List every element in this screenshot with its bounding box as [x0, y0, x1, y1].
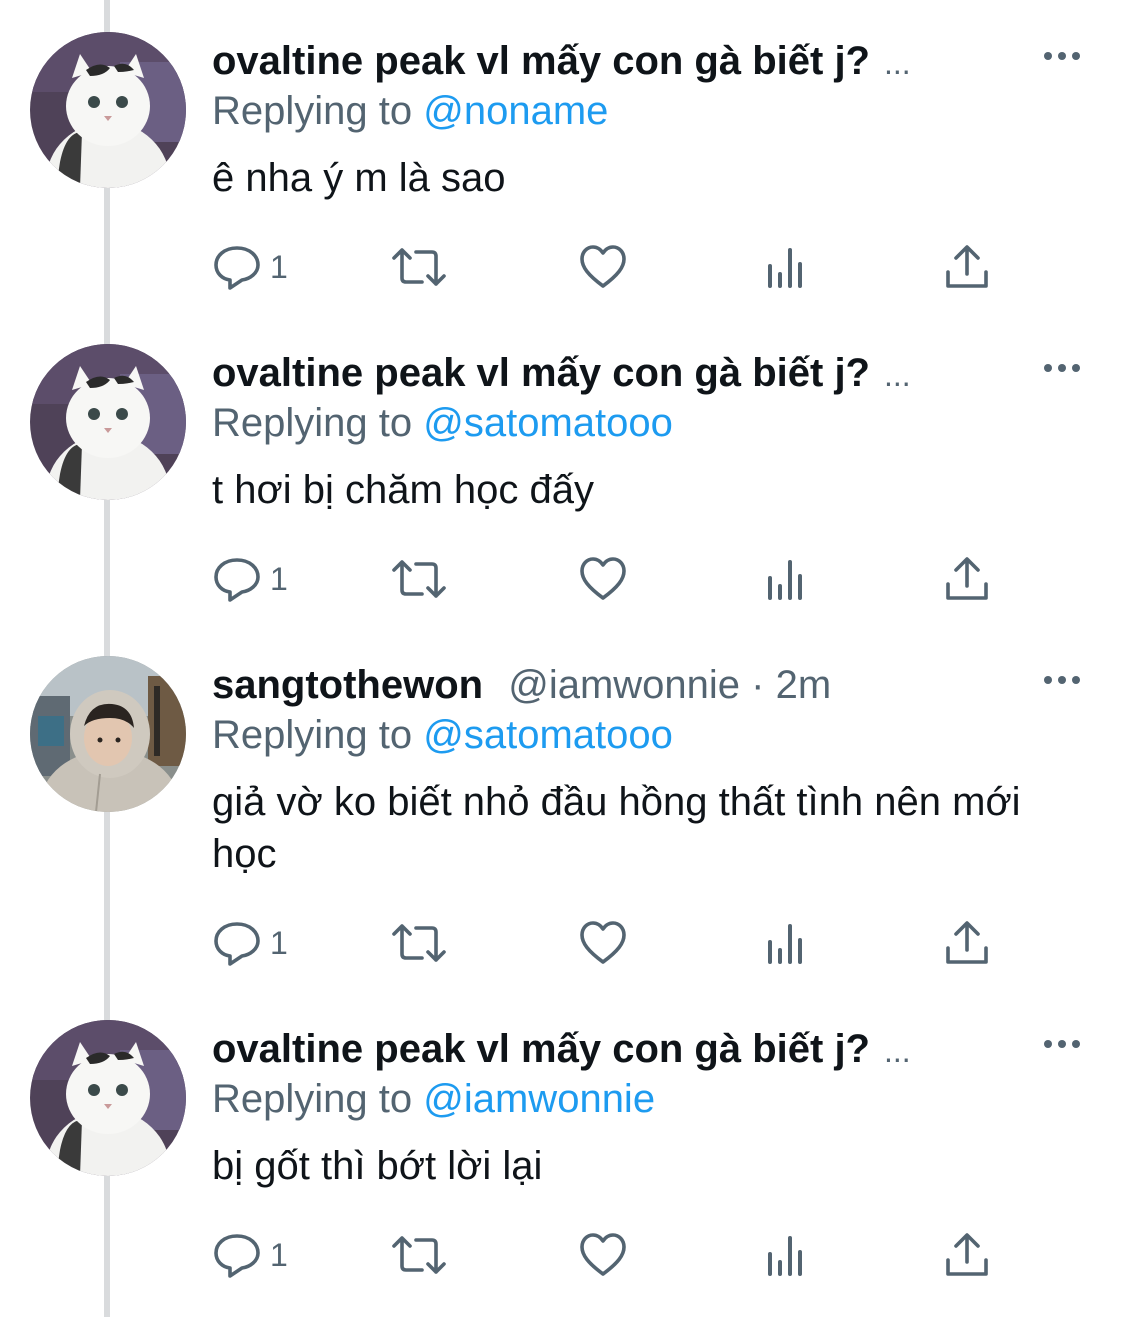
- replying-to: Replying to @iamwonnie: [212, 1074, 655, 1124]
- tweet[interactable]: sangtothewon @iamwonnie · 2m Replying to…: [0, 624, 1125, 988]
- heart-icon: [580, 245, 626, 288]
- tweet-actions: 1: [212, 918, 1012, 968]
- user-handle[interactable]: @iamwonnie: [508, 663, 740, 707]
- retweet-button[interactable]: [390, 554, 448, 604]
- replying-to-label: Replying to: [212, 401, 413, 445]
- heart-icon: [580, 921, 626, 964]
- tweet[interactable]: ovaltine peak vl mấy con gà biết j?... R…: [0, 0, 1125, 312]
- tweet-text: t hơi bị chăm học đấy: [212, 468, 594, 512]
- avatar[interactable]: [30, 1020, 186, 1176]
- retweet-icon: [392, 1236, 446, 1274]
- display-name[interactable]: ovaltine peak vl mấy con gà biết j?: [212, 351, 870, 395]
- reply-icon: [214, 922, 260, 966]
- reply-icon: [214, 1234, 260, 1278]
- person-hoodie-avatar-image: [30, 656, 186, 812]
- like-button[interactable]: [578, 918, 628, 968]
- avatar[interactable]: [30, 344, 186, 500]
- tweet-text: ê nha ý m là sao: [212, 156, 506, 200]
- share-button[interactable]: [944, 918, 990, 968]
- reply-icon: [214, 558, 260, 602]
- views-icon: [768, 1236, 802, 1276]
- tweet-text: giả vờ ko biết nhỏ đầu hồng thất tình nê…: [212, 780, 1021, 876]
- reply-button[interactable]: 1: [212, 918, 288, 968]
- tweet-actions: 1: [212, 242, 1012, 292]
- like-button[interactable]: [578, 1230, 628, 1280]
- share-button[interactable]: [944, 242, 990, 292]
- replying-to: Replying to @noname: [212, 86, 608, 136]
- heart-icon: [580, 1233, 626, 1276]
- tweet-header: ovaltine peak vl mấy con gà biết j?...: [212, 1024, 1012, 1074]
- timestamp[interactable]: 2m: [776, 663, 832, 707]
- tweet[interactable]: ovaltine peak vl mấy con gà biết j?... R…: [0, 988, 1125, 1317]
- more-icon[interactable]: [1042, 358, 1082, 378]
- more-icon[interactable]: [1042, 670, 1082, 690]
- replying-to-handle[interactable]: @iamwonnie: [423, 1077, 655, 1121]
- reply-icon: [214, 246, 260, 290]
- cat-avatar-image: [30, 1020, 186, 1176]
- replying-to-label: Replying to: [212, 713, 413, 757]
- tweet-header: ovaltine peak vl mấy con gà biết j?...: [212, 36, 1012, 86]
- replying-to-handle[interactable]: @noname: [423, 89, 608, 133]
- replying-to: Replying to @satomatooo: [212, 710, 673, 760]
- reply-button[interactable]: 1: [212, 554, 288, 604]
- replying-to: Replying to @satomatooo: [212, 398, 673, 448]
- retweet-button[interactable]: [390, 1230, 448, 1280]
- reply-button[interactable]: 1: [212, 242, 288, 292]
- more-icon[interactable]: [1042, 1034, 1082, 1054]
- avatar[interactable]: [30, 656, 186, 812]
- retweet-button[interactable]: [390, 918, 448, 968]
- display-name[interactable]: ovaltine peak vl mấy con gà biết j?: [212, 1027, 870, 1071]
- share-icon: [946, 921, 988, 964]
- views-button[interactable]: [764, 1230, 808, 1280]
- like-button[interactable]: [578, 554, 628, 604]
- more-icon[interactable]: [1042, 46, 1082, 66]
- name-truncation: ...: [884, 357, 911, 393]
- display-name[interactable]: sangtothewon: [212, 663, 483, 707]
- retweet-icon: [392, 924, 446, 962]
- heart-icon: [580, 557, 626, 600]
- retweet-icon: [392, 560, 446, 598]
- share-button[interactable]: [944, 1230, 990, 1280]
- replying-to-handle[interactable]: @satomatooo: [423, 401, 673, 445]
- retweet-icon: [392, 248, 446, 286]
- name-truncation: ...: [884, 1033, 911, 1069]
- views-icon: [768, 560, 802, 600]
- views-button[interactable]: [764, 242, 808, 292]
- share-icon: [946, 557, 988, 600]
- avatar[interactable]: [30, 32, 186, 188]
- reply-button[interactable]: 1: [212, 1230, 288, 1280]
- reply-count: 1: [270, 248, 288, 285]
- views-button[interactable]: [764, 554, 808, 604]
- share-button[interactable]: [944, 554, 990, 604]
- share-icon: [946, 245, 988, 288]
- cat-avatar-image: [30, 344, 186, 500]
- share-icon: [946, 1233, 988, 1276]
- like-button[interactable]: [578, 242, 628, 292]
- tweet-actions: 1: [212, 1230, 1012, 1280]
- display-name[interactable]: ovaltine peak vl mấy con gà biết j?: [212, 39, 870, 83]
- tweet-text: bị gốt thì bớt lời lại: [212, 1144, 543, 1188]
- views-button[interactable]: [764, 918, 808, 968]
- tweet-actions: 1: [212, 554, 1012, 604]
- tweet-header: sangtothewon @iamwonnie · 2m: [212, 660, 1012, 710]
- reply-count: 1: [270, 924, 288, 961]
- cat-avatar-image: [30, 32, 186, 188]
- reply-count: 1: [270, 560, 288, 597]
- separator-dot: ·: [751, 663, 765, 707]
- views-icon: [768, 248, 802, 288]
- replying-to-label: Replying to: [212, 89, 413, 133]
- replying-to-label: Replying to: [212, 1077, 413, 1121]
- replying-to-handle[interactable]: @satomatooo: [423, 713, 673, 757]
- views-icon: [768, 924, 802, 964]
- tweet-header: ovaltine peak vl mấy con gà biết j?...: [212, 348, 1012, 398]
- reply-count: 1: [270, 1236, 288, 1273]
- name-truncation: ...: [884, 45, 911, 81]
- retweet-button[interactable]: [390, 242, 448, 292]
- tweet[interactable]: ovaltine peak vl mấy con gà biết j?... R…: [0, 312, 1125, 624]
